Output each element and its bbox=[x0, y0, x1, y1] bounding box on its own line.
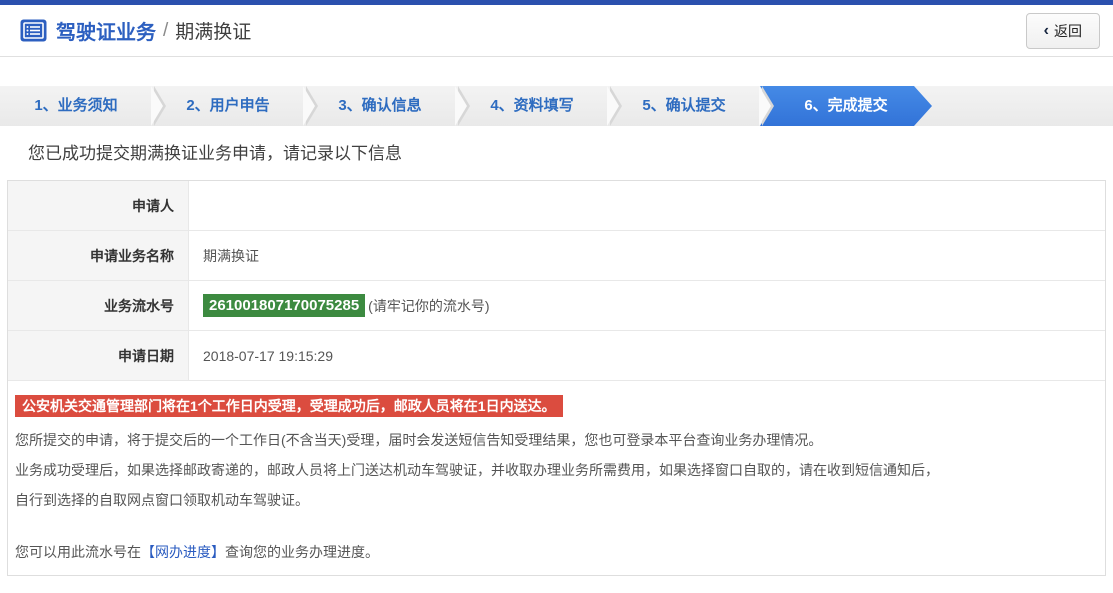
main-content: 您已成功提交期满换证业务申请，请记录以下信息 申请人 申请业务名称 期满换证 业… bbox=[0, 142, 1113, 576]
step-business-notice: 1、业务须知 bbox=[0, 86, 152, 126]
progress-query-line: 您可以用此流水号在【网办进度】查询您的业务办理进度。 bbox=[15, 541, 1105, 563]
step-progress-bar: 1、业务须知 2、用户申告 3、确认信息 4、资料填写 5、确认提交 6、完成提… bbox=[0, 86, 1113, 126]
masked-applicant-name bbox=[203, 191, 265, 221]
online-progress-link[interactable]: 【网办进度】 bbox=[141, 544, 225, 560]
back-button[interactable]: ‹ 返回 bbox=[1026, 13, 1100, 49]
success-message: 您已成功提交期满换证业务申请，请记录以下信息 bbox=[28, 142, 1113, 166]
page-subtitle: 期满换证 bbox=[175, 17, 251, 44]
table-row-business-name: 申请业务名称 期满换证 bbox=[8, 231, 1105, 281]
notes-block: 您所提交的申请，将于提交后的一个工作日(不含当天)受理，届时会发送短信告知受理结… bbox=[8, 419, 1105, 515]
serial-number-note: (请牢记你的流水号) bbox=[368, 296, 489, 316]
step-fill-materials: 4、资料填写 bbox=[456, 86, 608, 126]
note-line: 业务成功受理后，如果选择邮政寄递的，邮政人员将上门送达机动车驾驶证，并收取办理业… bbox=[15, 455, 1085, 485]
step-confirm-submit: 5、确认提交 bbox=[608, 86, 760, 126]
row-value: 2018-07-17 19:15:29 bbox=[189, 331, 1105, 380]
note-line: 自行到选择的自取网点窗口领取机动车驾驶证。 bbox=[15, 485, 1085, 515]
table-row-applicant: 申请人 bbox=[8, 181, 1105, 231]
list-icon bbox=[20, 19, 47, 42]
back-button-label: 返回 bbox=[1054, 21, 1082, 41]
progress-prefix: 您可以用此流水号在 bbox=[15, 544, 141, 560]
step-confirm-info: 3、确认信息 bbox=[304, 86, 456, 126]
processing-alert-banner: 公安机关交通管理部门将在1个工作日内受理，受理成功后，邮政人员将在1日内送达。 bbox=[15, 395, 563, 417]
breadcrumb-separator: / bbox=[163, 20, 168, 42]
page-header: 驾驶证业务 / 期满换证 ‹ 返回 bbox=[0, 5, 1113, 57]
table-row-serial-number: 业务流水号 261001807170075285 (请牢记你的流水号) bbox=[8, 281, 1105, 331]
row-value: 261001807170075285 (请牢记你的流水号) bbox=[189, 281, 1105, 330]
back-chevron-icon: ‹ bbox=[1044, 23, 1049, 39]
breadcrumb: 驾驶证业务 / 期满换证 bbox=[20, 16, 251, 45]
note-line: 您所提交的申请，将于提交后的一个工作日(不含当天)受理，届时会发送短信告知受理结… bbox=[15, 425, 1085, 455]
row-label: 申请业务名称 bbox=[8, 231, 189, 280]
serial-number-badge: 261001807170075285 bbox=[203, 294, 365, 317]
step-user-declaration: 2、用户申告 bbox=[152, 86, 304, 126]
row-label: 业务流水号 bbox=[8, 281, 189, 330]
table-row-apply-date: 申请日期 2018-07-17 19:15:29 bbox=[8, 331, 1105, 381]
page-title: 驾驶证业务 bbox=[56, 16, 156, 45]
row-label: 申请日期 bbox=[8, 331, 189, 380]
row-value: 期满换证 bbox=[189, 231, 1105, 280]
row-label: 申请人 bbox=[8, 181, 189, 230]
step-complete-submit: 6、完成提交 bbox=[760, 86, 932, 126]
result-panel: 申请人 申请业务名称 期满换证 业务流水号 261001807170075285… bbox=[7, 180, 1106, 576]
row-value bbox=[189, 181, 1105, 230]
progress-suffix: 查询您的业务办理进度。 bbox=[225, 544, 379, 560]
